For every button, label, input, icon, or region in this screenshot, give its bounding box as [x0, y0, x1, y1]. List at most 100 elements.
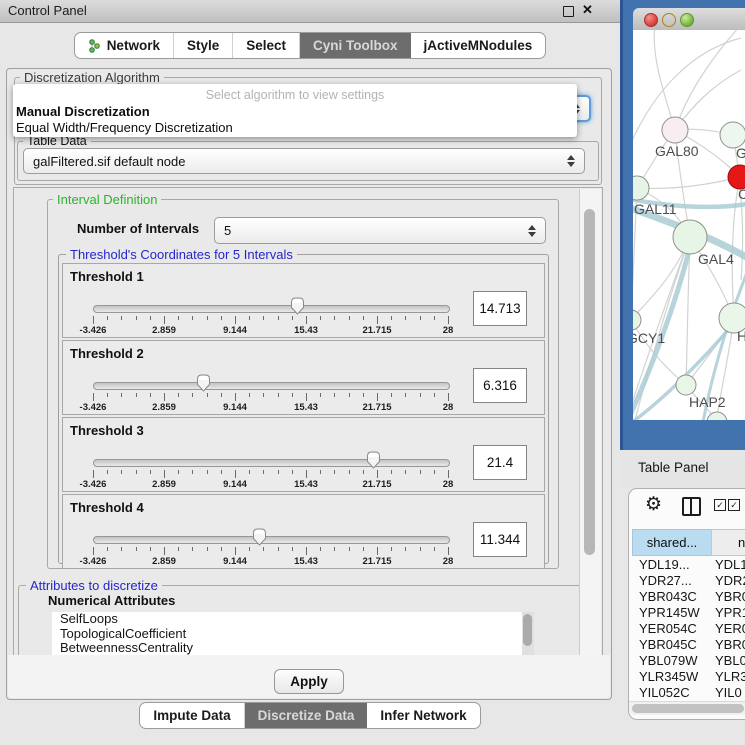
interval-definition-title: Interval Definition	[53, 192, 161, 207]
tick-mark	[164, 393, 165, 401]
table-cell-name: YPR1	[715, 605, 745, 620]
tab-impute-data[interactable]: Impute Data	[140, 703, 244, 728]
dropdown-option[interactable]: Manual Discretization	[16, 104, 150, 119]
table-row[interactable]: YPR145W YPR1	[629, 605, 745, 621]
close-traffic-icon[interactable]	[644, 13, 658, 27]
tab-infer-network[interactable]: Infer Network	[367, 703, 479, 728]
slider-thumb[interactable]	[366, 451, 381, 469]
bottom-tabbar: Impute DataDiscretize DataInfer Network	[0, 702, 620, 729]
settings-scrollbar-thumb[interactable]	[584, 209, 595, 555]
table-body: YDL19...YDL1YDR27...YDR2YBR043CYBR0YPR14…	[629, 557, 745, 701]
zoom-traffic-icon[interactable]	[680, 13, 694, 27]
tick-mark	[363, 393, 364, 397]
slider-track[interactable]	[93, 305, 450, 313]
tick-mark	[164, 316, 165, 324]
slider-thumb[interactable]	[290, 297, 305, 315]
table-header-shared[interactable]: shared...	[632, 529, 712, 556]
tab-network[interactable]: Network	[75, 33, 174, 58]
screen: Control Panel ✕ NetworkStyleSelectCyni T…	[0, 0, 745, 745]
slider-track[interactable]	[93, 536, 450, 544]
table-cell-shared: YER054C	[639, 621, 709, 636]
tick-mark	[249, 393, 250, 397]
tab-label: Network	[107, 38, 160, 53]
table-row[interactable]: YER054CYER0	[629, 621, 745, 637]
table-hscrollbar-track[interactable]	[629, 701, 745, 715]
tick-mark	[420, 470, 421, 474]
tab-cyni-toolbox[interactable]: Cyni Toolbox	[300, 33, 411, 58]
table-row[interactable]: YIL052CYIL0	[629, 685, 745, 701]
numerical-attributes-list[interactable]: SelfLoopsTopologicalCoefficientBetweenne…	[52, 612, 522, 656]
slider-thumb[interactable]	[252, 528, 267, 546]
apply-button[interactable]: Apply	[274, 669, 344, 694]
table-header-name[interactable]: n	[711, 529, 745, 556]
settings-scrollbar-track[interactable]	[579, 189, 601, 655]
table-row[interactable]: YDR27...YDR2	[629, 573, 745, 589]
number-of-intervals-combobox[interactable]: 5	[214, 217, 546, 244]
network-node[interactable]	[662, 117, 688, 143]
table-row[interactable]: YLR345WYLR3	[629, 669, 745, 685]
tick-mark	[178, 547, 179, 551]
table-row[interactable]: YDL19...YDL1	[629, 557, 745, 573]
tick-label: 21.715	[362, 325, 391, 336]
network-node[interactable]	[676, 375, 696, 395]
tick-mark	[278, 316, 279, 320]
tick-mark	[235, 547, 236, 555]
threshold-rows: Threshold 1-3.4262.8599.14415.4321.71528…	[62, 263, 545, 571]
tick-mark	[349, 470, 350, 474]
threshold-value-field[interactable]: 14.713	[473, 291, 527, 326]
tab-jactivemnodules[interactable]: jActiveMNodules	[411, 33, 546, 58]
tab-discretize-data[interactable]: Discretize Data	[245, 703, 368, 728]
threshold-panel: Threshold 4-3.4262.8599.14415.4321.71528…	[62, 494, 545, 569]
top-tabbar: Network Style Select Cyni ToolboxjActiveMNo…	[0, 32, 620, 59]
tick-label: 21.715	[362, 556, 391, 567]
checkbox-icon[interactable]: ✓	[728, 499, 740, 511]
network-window-titlebar[interactable]	[633, 8, 745, 31]
slider-thumb[interactable]	[196, 374, 211, 392]
minimize-traffic-icon[interactable]	[662, 13, 676, 27]
close-icon[interactable]: ✕	[582, 2, 593, 18]
tab-label: Select	[246, 38, 286, 53]
dropdown-option[interactable]: Equal Width/Frequency Discretization	[16, 120, 233, 135]
list-item[interactable]: BetweennessCentrality	[52, 641, 522, 656]
tick-mark	[207, 393, 208, 397]
table-hscrollbar-thumb[interactable]	[632, 704, 744, 713]
tick-mark	[107, 470, 108, 474]
network-graph: GAL80G.CGAL11GAL4GCY1HHAP2	[633, 30, 745, 420]
network-view-canvas[interactable]: GAL80G.CGAL11GAL4GCY1HHAP2	[633, 30, 745, 420]
tick-label: 9.144	[223, 402, 247, 413]
network-node[interactable]	[633, 176, 649, 200]
tick-mark	[420, 393, 421, 397]
tick-label: 15.43	[294, 325, 318, 336]
tab-style[interactable]: Style	[174, 33, 233, 58]
tick-mark	[306, 547, 307, 555]
threshold-value-field[interactable]: 21.4	[473, 445, 527, 480]
tick-mark	[377, 470, 378, 478]
table-row[interactable]: YBR043CYBR0	[629, 589, 745, 605]
network-node[interactable]	[673, 220, 707, 254]
table-cell-shared: YIL052C	[639, 685, 709, 700]
tick-label: 28	[443, 556, 454, 567]
tab-select[interactable]: Select	[233, 33, 300, 58]
tick-mark	[207, 547, 208, 551]
tick-mark	[448, 547, 449, 555]
tick-mark	[178, 316, 179, 320]
list-item[interactable]: TopologicalCoefficient	[52, 627, 522, 642]
tick-mark	[221, 393, 222, 397]
checkbox-icon[interactable]: ✓	[714, 499, 726, 511]
table-data-combobox[interactable]: galFiltered.sif default node	[23, 148, 585, 174]
network-node[interactable]	[633, 310, 641, 330]
table-panel-header: Table Panel	[620, 450, 745, 487]
column-layout-icon[interactable]	[682, 497, 701, 516]
table-row[interactable]: YBR045CYBR0	[629, 637, 745, 653]
slider-track[interactable]	[93, 382, 450, 390]
list-item[interactable]: SelfLoops	[52, 612, 522, 627]
attributes-list-scrollbar[interactable]	[522, 612, 534, 656]
table-row[interactable]: YBL079WYBL0	[629, 653, 745, 669]
threshold-value-field[interactable]: 11.344	[473, 522, 527, 557]
threshold-value-field[interactable]: 6.316	[473, 368, 527, 403]
tick-mark	[249, 470, 250, 474]
float-window-icon[interactable]	[563, 6, 574, 17]
table-settings-gear-icon[interactable]: ⚙	[645, 495, 662, 514]
slider-track[interactable]	[93, 459, 450, 467]
table-cell-shared: YPR145W	[639, 605, 709, 620]
